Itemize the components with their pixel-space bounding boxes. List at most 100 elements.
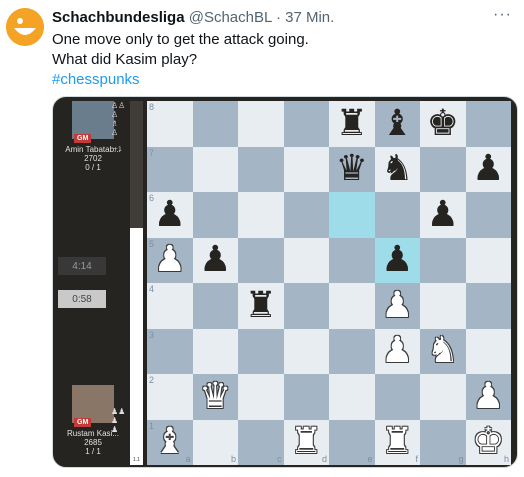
square-g7[interactable] — [420, 146, 466, 192]
square-a6[interactable]: 6 ♟ — [147, 192, 193, 238]
black-pawn-icon[interactable]: ♟ — [154, 196, 186, 233]
square-e3[interactable] — [329, 328, 375, 374]
square-f7[interactable]: ♞ — [374, 146, 420, 192]
square-h6[interactable] — [465, 192, 511, 238]
tweet-text: One move only to get the attack going. W… — [52, 30, 309, 90]
square-h8[interactable] — [465, 101, 511, 147]
square-h3[interactable] — [465, 328, 511, 374]
square-g3[interactable]: ♞ — [420, 328, 466, 374]
square-b8[interactable] — [192, 101, 238, 147]
tweet-media[interactable]: GM Amin Tabatab... 2702 0 / 1 ♙♙ ♙ ♗ ♙ +1 4… — [52, 96, 518, 468]
square-g2[interactable] — [420, 374, 466, 420]
square-f2[interactable] — [374, 374, 420, 420]
black-knight-icon[interactable]: ♞ — [381, 151, 413, 187]
white-rook-icon[interactable]: ♜ — [290, 424, 322, 460]
square-f3[interactable]: ♟ — [374, 328, 420, 374]
black-rook-icon[interactable]: ♜ — [245, 287, 277, 324]
square-g8[interactable]: ♚ — [420, 101, 466, 147]
author-handle[interactable]: @SchachBL — [189, 9, 272, 26]
square-b4[interactable] — [192, 283, 238, 329]
square-f4[interactable]: ♟ — [374, 283, 420, 329]
black-pawn-icon[interactable]: ♟ — [381, 242, 413, 278]
tweet-line-1: One move only to get the attack going. — [52, 31, 309, 48]
square-d8[interactable] — [283, 101, 329, 147]
square-a5[interactable]: 5 ♟ — [147, 237, 193, 283]
file-label: d — [321, 454, 327, 464]
black-pawn-icon[interactable]: ♟ — [472, 151, 504, 187]
square-b1[interactable]: b — [192, 419, 238, 465]
white-pawn-icon[interactable]: ♟ — [381, 287, 413, 324]
square-h7[interactable]: ♟ — [465, 146, 511, 192]
square-b5[interactable]: ♟ — [192, 237, 238, 283]
white-bishop-icon[interactable]: ♝ — [154, 424, 186, 460]
square-e2[interactable] — [329, 374, 375, 420]
square-d4[interactable] — [283, 283, 329, 329]
square-h4[interactable] — [465, 283, 511, 329]
square-f6[interactable] — [374, 192, 420, 238]
square-b6[interactable] — [192, 192, 238, 238]
square-b7[interactable] — [192, 146, 238, 192]
square-d5[interactable] — [283, 237, 329, 283]
white-pawn-icon[interactable]: ♟ — [381, 333, 413, 369]
white-king-icon[interactable]: ♚ — [472, 424, 504, 460]
square-h5[interactable] — [465, 237, 511, 283]
black-bishop-icon[interactable]: ♝ — [381, 105, 413, 142]
square-h2[interactable]: ♟ — [465, 374, 511, 420]
square-g5[interactable] — [420, 237, 466, 283]
author-avatar[interactable] — [6, 8, 44, 46]
square-d7[interactable] — [283, 146, 329, 192]
hashtag-link[interactable]: #chesspunks — [52, 70, 309, 90]
black-queen-icon[interactable]: ♛ — [336, 151, 368, 187]
square-e8[interactable]: ♜ — [329, 101, 375, 147]
square-c1[interactable]: c — [238, 419, 284, 465]
square-d2[interactable] — [283, 374, 329, 420]
eval-bar: 1.1 — [130, 101, 143, 465]
bottom-player-photo: GM — [72, 385, 114, 427]
square-a7[interactable]: 7 — [147, 146, 193, 192]
white-queen-icon[interactable]: ♛ — [199, 378, 231, 415]
tweet-time[interactable]: 37 Min. — [285, 9, 334, 26]
square-c6[interactable] — [238, 192, 284, 238]
separator: · — [275, 9, 281, 26]
author-name[interactable]: Schachbundesliga — [52, 9, 185, 26]
square-c7[interactable] — [238, 146, 284, 192]
tweet-line-2: What did Kasim play? — [52, 51, 198, 68]
white-knight-icon[interactable]: ♞ — [427, 333, 459, 369]
black-rook-icon[interactable]: ♜ — [336, 105, 368, 142]
square-g6[interactable]: ♟ — [420, 192, 466, 238]
white-pawn-icon[interactable]: ♟ — [154, 242, 186, 278]
square-a1[interactable]: 1 a ♝ — [147, 419, 193, 465]
black-pawn-icon[interactable]: ♟ — [427, 196, 459, 233]
square-g4[interactable] — [420, 283, 466, 329]
square-f1[interactable]: f ♜ — [374, 419, 420, 465]
square-b2[interactable]: ♛ — [192, 374, 238, 420]
white-pawn-icon[interactable]: ♟ — [472, 378, 504, 415]
white-rook-icon[interactable]: ♜ — [381, 424, 413, 460]
chess-board[interactable]: 8 ♜ ♝ ♚ 7 ♛ ♞ ♟ 6 ♟ ♟ 5 ♟ ♟ ♟ 4 ♜ ♟ 3 ♟ ♞ 2 ♛ ♟ 1 a ♝ b c d ♜ e f ♜ g h ♚ — [147, 101, 511, 465]
square-b3[interactable] — [192, 328, 238, 374]
square-d1[interactable]: d ♜ — [283, 419, 329, 465]
square-e6[interactable] — [329, 192, 375, 238]
square-d3[interactable] — [283, 328, 329, 374]
square-a8[interactable]: 8 — [147, 101, 193, 147]
square-h1[interactable]: h ♚ — [465, 419, 511, 465]
square-e7[interactable]: ♛ — [329, 146, 375, 192]
square-c5[interactable] — [238, 237, 284, 283]
square-e1[interactable]: e — [329, 419, 375, 465]
square-f5[interactable]: ♟ — [374, 237, 420, 283]
square-c4[interactable]: ♜ — [238, 283, 284, 329]
black-pawn-icon[interactable]: ♟ — [199, 242, 231, 278]
square-g1[interactable]: g — [420, 419, 466, 465]
square-c8[interactable] — [238, 101, 284, 147]
square-d6[interactable] — [283, 192, 329, 238]
square-c3[interactable] — [238, 328, 284, 374]
black-king-icon[interactable]: ♚ — [427, 105, 459, 142]
square-e5[interactable] — [329, 237, 375, 283]
square-a2[interactable]: 2 — [147, 374, 193, 420]
square-e4[interactable] — [329, 283, 375, 329]
square-f8[interactable]: ♝ — [374, 101, 420, 147]
more-icon[interactable]: ··· — [493, 6, 512, 24]
square-c2[interactable] — [238, 374, 284, 420]
square-a3[interactable]: 3 — [147, 328, 193, 374]
square-a4[interactable]: 4 — [147, 283, 193, 329]
